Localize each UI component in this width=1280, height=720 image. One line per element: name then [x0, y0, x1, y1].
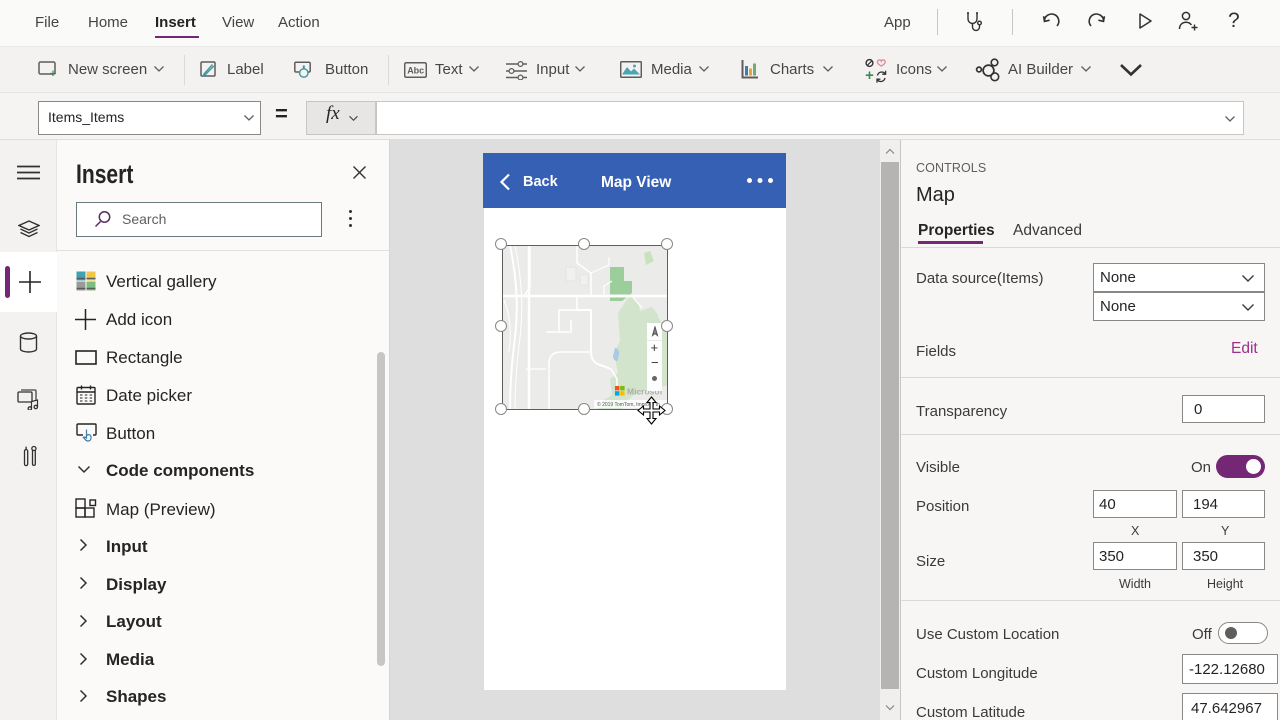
- svg-text:Abc: Abc: [407, 66, 424, 76]
